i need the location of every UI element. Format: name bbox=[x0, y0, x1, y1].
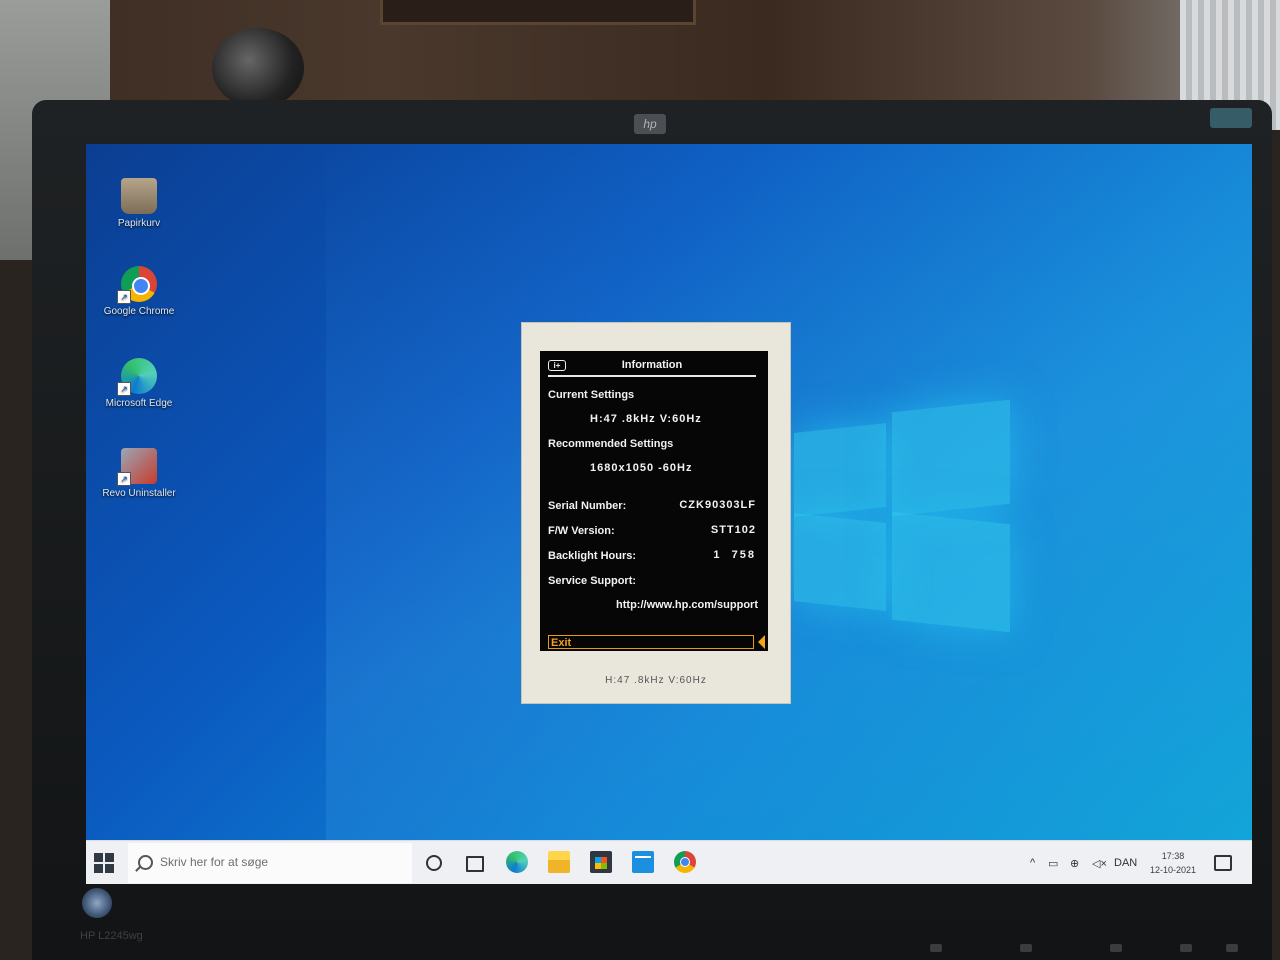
wallpaper-pane bbox=[794, 423, 886, 517]
desktop-icon-revo-uninstaller[interactable]: ↗ Revo Uninstaller bbox=[94, 448, 184, 499]
desktop-screen: Papirkurv ↗ Google Chrome ↗ Microsoft Ed… bbox=[86, 144, 1252, 884]
osd-title: Information bbox=[621, 359, 683, 371]
osd-title-bar: i+ Information bbox=[548, 357, 756, 377]
desktop-icon-label: Google Chrome bbox=[103, 306, 175, 317]
serial-number-label: Serial Number: bbox=[548, 500, 627, 512]
windows-logo-icon bbox=[105, 853, 114, 862]
taskbar-search-box[interactable]: Skriv her for at søge bbox=[128, 843, 412, 883]
shortcut-arrow-icon: ↗ bbox=[117, 382, 131, 396]
network-icon[interactable]: ⊕ bbox=[1070, 857, 1079, 870]
service-support-url: http://www.hp.com/support bbox=[616, 599, 758, 611]
chrome-icon: ↗ bbox=[117, 266, 157, 304]
search-placeholder: Skriv her for at søge bbox=[160, 855, 269, 869]
fw-version-label: F/W Version: bbox=[548, 525, 615, 537]
windows-logo-icon bbox=[94, 864, 103, 873]
monitor-model-label: HP L2245wg bbox=[80, 930, 143, 942]
desktop-icon-chrome[interactable]: ↗ Google Chrome bbox=[94, 266, 184, 317]
notification-icon[interactable] bbox=[1214, 855, 1232, 871]
wallpaper-pane bbox=[892, 511, 1010, 633]
edge-icon[interactable] bbox=[506, 851, 528, 873]
mail-icon[interactable] bbox=[632, 851, 654, 873]
monitor-button[interactable] bbox=[930, 944, 942, 952]
monitor-button[interactable] bbox=[1180, 944, 1192, 952]
taskbar: Skriv her for at søge ^ ▭ ⊕ ◁× DAN 17:38… bbox=[86, 840, 1252, 884]
volume-muted-icon[interactable]: ◁× bbox=[1092, 857, 1107, 870]
taskbar-clock[interactable]: 17:38 12-10-2021 bbox=[1144, 849, 1202, 877]
windows-logo-icon bbox=[94, 853, 103, 862]
file-explorer-icon[interactable] bbox=[548, 851, 570, 873]
recommended-settings-value: 1680x1050 -60Hz bbox=[590, 462, 693, 474]
shortcut-arrow-icon: ↗ bbox=[117, 290, 131, 304]
wallpaper-pane bbox=[794, 513, 886, 611]
current-settings-label: Current Settings bbox=[548, 389, 635, 401]
task-view-icon[interactable] bbox=[466, 856, 484, 872]
selection-arrow-icon bbox=[758, 635, 765, 649]
recommended-settings-label: Recommended Settings bbox=[548, 438, 674, 450]
backlight-hours-label: Backlight Hours: bbox=[548, 550, 637, 562]
wallpaper-pane bbox=[892, 399, 1010, 517]
osd-exit-button[interactable]: Exit bbox=[548, 635, 754, 649]
power-button[interactable] bbox=[82, 888, 112, 918]
current-settings-value: H:47 .8kHz V:60Hz bbox=[590, 413, 702, 425]
desktop-icon-recycle-bin[interactable]: Papirkurv bbox=[94, 178, 184, 229]
service-support-label: Service Support: bbox=[548, 575, 637, 587]
tray-overflow-chevron[interactable]: ^ bbox=[1030, 857, 1035, 869]
recycle-bin-icon bbox=[121, 178, 157, 214]
wall-picture-frame bbox=[380, 0, 696, 25]
windows-logo-icon bbox=[105, 864, 114, 873]
search-icon bbox=[138, 855, 153, 870]
chrome-icon[interactable] bbox=[674, 851, 696, 873]
language-indicator[interactable]: DAN bbox=[1114, 857, 1137, 869]
monitor-button[interactable] bbox=[1020, 944, 1032, 952]
osd-window: i+ Information Current Settings H:47 .8k… bbox=[521, 322, 791, 704]
battery-icon[interactable]: ▭ bbox=[1048, 857, 1058, 870]
serial-number-value: CZK90303LF bbox=[679, 499, 756, 511]
windows-wallpaper-logo bbox=[794, 392, 1014, 633]
osd-footer-status: H:47 .8kHz V:60Hz bbox=[605, 675, 707, 686]
desktop-icon-label: Revo Uninstaller bbox=[102, 488, 176, 499]
clock-time: 17:38 bbox=[1161, 851, 1185, 861]
monitor-button[interactable] bbox=[1226, 944, 1238, 952]
shortcut-arrow-icon: ↗ bbox=[117, 472, 131, 486]
energy-badge bbox=[1210, 108, 1252, 128]
cortana-icon[interactable] bbox=[426, 855, 442, 871]
clock-date: 12-10-2021 bbox=[1149, 865, 1197, 875]
desktop-icon-label: Papirkurv bbox=[117, 218, 161, 229]
start-button[interactable] bbox=[94, 853, 114, 873]
monitor-button[interactable] bbox=[1110, 944, 1122, 952]
store-icon[interactable] bbox=[590, 851, 612, 873]
lamp-knob bbox=[212, 28, 304, 108]
osd-information-panel: i+ Information Current Settings H:47 .8k… bbox=[540, 351, 768, 651]
desktop-icon-label: Microsoft Edge bbox=[105, 398, 173, 409]
hp-logo: hp bbox=[634, 114, 666, 134]
edge-icon: ↗ bbox=[117, 358, 157, 396]
revo-uninstaller-icon: ↗ bbox=[117, 448, 157, 486]
desktop-icon-edge[interactable]: ↗ Microsoft Edge bbox=[94, 358, 184, 409]
backlight-hours-value: 1 758 bbox=[713, 549, 756, 561]
fw-version-value: STT102 bbox=[710, 524, 756, 536]
